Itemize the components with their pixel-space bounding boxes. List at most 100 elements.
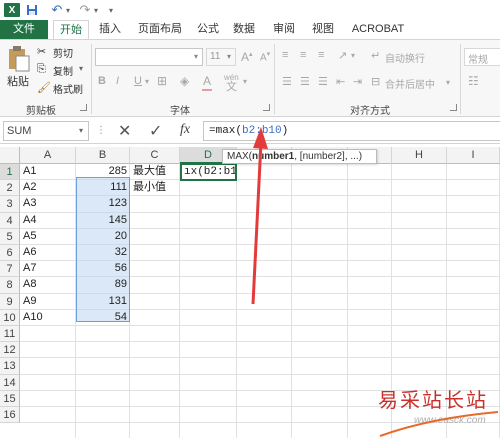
- cell-c1[interactable]: 最大值: [130, 163, 180, 179]
- row-header-5[interactable]: 5: [0, 228, 20, 245]
- cell-a5[interactable]: A5: [20, 228, 76, 244]
- column-header-a[interactable]: A: [20, 147, 76, 164]
- cell-a7[interactable]: A7: [20, 260, 76, 276]
- tab-formulas[interactable]: 公式: [192, 20, 224, 39]
- cell-a3[interactable]: A3: [20, 195, 76, 211]
- row-header-9[interactable]: 9: [0, 293, 20, 310]
- tab-insert[interactable]: 插入: [92, 20, 128, 39]
- row-header-10[interactable]: 10: [0, 309, 20, 326]
- font-size-box[interactable]: 11 ▾: [206, 48, 236, 66]
- column-header-b[interactable]: B: [76, 147, 130, 164]
- align-right-icon[interactable]: ☰: [318, 75, 328, 88]
- redo-dropdown-icon[interactable]: ▾: [92, 3, 100, 17]
- cell-b9[interactable]: 131: [76, 293, 130, 309]
- row-header-16[interactable]: 16: [0, 407, 20, 424]
- cell-a1[interactable]: A1: [20, 163, 76, 179]
- row-header-6[interactable]: 6: [0, 245, 20, 262]
- italic-button[interactable]: I: [116, 75, 119, 87]
- tab-acrobat[interactable]: ACROBAT: [348, 20, 408, 39]
- font-color-button[interactable]: A: [203, 74, 211, 88]
- number-format-box[interactable]: 常规: [464, 48, 500, 66]
- active-cell-editor[interactable]: ıx(b2:b10: [180, 163, 237, 181]
- fill-color-icon[interactable]: ◈: [180, 74, 189, 88]
- align-top-icon[interactable]: ≡: [282, 49, 288, 61]
- cell-a9[interactable]: A9: [20, 293, 76, 309]
- currency-icon[interactable]: ☷: [468, 74, 479, 88]
- cell-b7[interactable]: 56: [76, 260, 130, 276]
- underline-button[interactable]: U: [134, 75, 142, 87]
- cell-a4[interactable]: A4: [20, 212, 76, 228]
- clipboard-launcher-icon[interactable]: [80, 104, 87, 111]
- cell-b5[interactable]: 20: [76, 228, 130, 244]
- font-launcher-icon[interactable]: [263, 104, 270, 111]
- tab-review[interactable]: 审阅: [268, 20, 300, 39]
- row-header-14[interactable]: 14: [0, 374, 20, 391]
- redo-icon[interactable]: ↷: [78, 2, 92, 17]
- cell-b8[interactable]: 89: [76, 276, 130, 292]
- cell-b1[interactable]: 285: [76, 163, 130, 179]
- cell-b6[interactable]: 32: [76, 244, 130, 260]
- align-center-icon[interactable]: ☰: [300, 75, 310, 88]
- alignment-launcher-icon[interactable]: [450, 104, 457, 111]
- merge-center-button[interactable]: 合并后居中: [385, 76, 435, 91]
- align-middle-icon[interactable]: ≡: [300, 49, 306, 61]
- copy-button[interactable]: ⎘ 复制 ▾: [37, 63, 85, 78]
- enter-icon[interactable]: ✓: [149, 121, 162, 141]
- cell-a2[interactable]: A2: [20, 179, 76, 195]
- bold-button[interactable]: B: [98, 75, 106, 87]
- undo-icon[interactable]: ↶: [50, 2, 64, 17]
- row-header-15[interactable]: 15: [0, 390, 20, 407]
- paste-button[interactable]: 粘贴: [5, 43, 31, 88]
- underline-dropdown-icon[interactable]: ▾: [145, 77, 149, 86]
- row-header-11[interactable]: 11: [0, 326, 20, 343]
- customize-quick-access-icon[interactable]: ▾: [105, 3, 117, 17]
- name-box[interactable]: SUM: [3, 121, 89, 141]
- column-header-i[interactable]: I: [447, 147, 500, 164]
- cell-a8[interactable]: A8: [20, 276, 76, 292]
- decrease-indent-icon[interactable]: ⇤: [336, 75, 345, 88]
- formula-bar-grip-icon[interactable]: ⋮: [96, 125, 106, 136]
- cell-c2[interactable]: 最小值: [130, 179, 180, 195]
- select-all-corner[interactable]: [0, 147, 20, 164]
- row-header-2[interactable]: 2: [0, 180, 20, 197]
- tab-data[interactable]: 数据: [228, 20, 260, 39]
- undo-dropdown-icon[interactable]: ▾: [64, 3, 72, 17]
- wrap-text-icon[interactable]: ↵: [371, 49, 380, 62]
- copy-dropdown-icon[interactable]: ▾: [79, 64, 83, 73]
- row-header-7[interactable]: 7: [0, 261, 20, 278]
- font-size-dropdown-icon[interactable]: ▾: [227, 52, 231, 61]
- merge-dropdown-icon[interactable]: ▾: [446, 78, 450, 87]
- format-painter-button[interactable]: 🖌 格式刷: [37, 81, 89, 96]
- row-header-4[interactable]: 4: [0, 212, 20, 229]
- name-box-dropdown-icon[interactable]: ▾: [79, 126, 83, 135]
- cell-b2[interactable]: 111: [76, 179, 130, 195]
- row-header-8[interactable]: 8: [0, 277, 20, 294]
- row-header-13[interactable]: 13: [0, 358, 20, 375]
- cell-b4[interactable]: 145: [76, 212, 130, 228]
- merge-center-icon[interactable]: ⊟: [371, 75, 380, 88]
- borders-icon[interactable]: ⊞: [157, 74, 167, 88]
- orientation-dropdown-icon[interactable]: ▾: [351, 51, 355, 60]
- tab-home[interactable]: 开始: [53, 20, 89, 39]
- insert-function-button[interactable]: fx: [180, 122, 190, 138]
- align-bottom-icon[interactable]: ≡: [318, 49, 324, 61]
- font-name-box[interactable]: [95, 48, 203, 66]
- align-left-icon[interactable]: ☰: [282, 75, 292, 88]
- cancel-icon[interactable]: ✕: [118, 121, 131, 141]
- row-header-3[interactable]: 3: [0, 196, 20, 213]
- wrap-text-button[interactable]: 自动换行: [385, 50, 425, 65]
- column-header-h[interactable]: H: [392, 147, 447, 164]
- cell-a6[interactable]: A6: [20, 244, 76, 260]
- grow-font-icon[interactable]: A▴: [241, 50, 253, 64]
- column-header-c[interactable]: C: [130, 147, 180, 164]
- cut-button[interactable]: ✂ 剪切: [37, 45, 77, 60]
- tab-page-layout[interactable]: 页面布局: [132, 20, 188, 39]
- row-header-1[interactable]: 1: [0, 164, 20, 181]
- save-icon[interactable]: [25, 3, 39, 17]
- row-header-12[interactable]: 12: [0, 342, 20, 359]
- tab-file[interactable]: 文件: [0, 20, 48, 39]
- font-name-dropdown-icon[interactable]: ▾: [194, 52, 198, 61]
- cell-b3[interactable]: 123: [76, 195, 130, 211]
- phonetic-dropdown-icon[interactable]: ▾: [243, 77, 247, 86]
- increase-indent-icon[interactable]: ⇥: [353, 75, 362, 88]
